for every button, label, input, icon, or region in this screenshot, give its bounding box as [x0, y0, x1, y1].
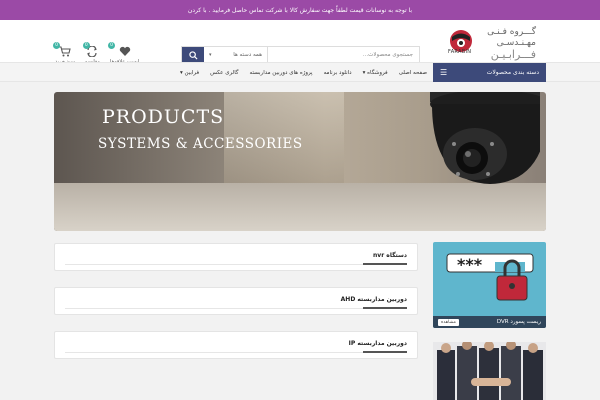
categories-label: دسته بندی محصولات: [486, 69, 539, 76]
menu-item-home[interactable]: صفحه اصلی: [399, 70, 427, 76]
product-section-ahd: دوربین مداربسته AHD: [54, 287, 418, 315]
chevron-down-icon: ▾: [209, 52, 212, 58]
menu-item-shop-label: فروشگاه: [367, 69, 388, 76]
search-input[interactable]: جستجوی محصولات...: [268, 47, 419, 63]
section-title[interactable]: دستگاه nvr: [373, 252, 407, 259]
logo-line2: فـــرابـیـن: [490, 48, 536, 61]
main-nav: دسته بندی محصولات ☰ صفحه اصلی فروشگاه ▾ …: [0, 62, 600, 82]
site-header: گـــروه فـنـی مهـنـدسـی فـــرابـیـن FARA…: [0, 20, 600, 65]
menu-icon: ☰: [440, 68, 448, 77]
chevron-down-icon: ▾: [362, 69, 366, 76]
logo-line1: گـــروه فـنـی مهـنـدسـی: [487, 27, 536, 48]
hero-banner[interactable]: PRODUCTS SYSTEMS & ACCESSORIES: [54, 92, 546, 231]
menu-item-farabin[interactable]: فرابین ▾: [180, 70, 199, 76]
cart-count: 0: [53, 42, 60, 49]
compare-count: 0: [82, 42, 90, 49]
dvr-card-title: ریست پسورد DVR: [496, 319, 541, 325]
password-lock-image: ***: [446, 253, 534, 301]
announcement-bar: با توجه به نوسانات قیمت لطفاً جهت سفارش …: [0, 0, 600, 20]
view-more-button[interactable]: مشاهده: [438, 318, 459, 326]
menu-item-download[interactable]: دانلود برنامه: [324, 70, 352, 76]
business-banner[interactable]: [433, 342, 546, 400]
handshake-image: [433, 342, 546, 400]
announcement-text: با توجه به نوسانات قیمت لطفاً جهت سفارش …: [187, 6, 413, 14]
banner-title: PRODUCTS: [102, 106, 225, 128]
product-section-ip: دوربین مداربسته IP: [54, 331, 418, 359]
banner-subtitle: SYSTEMS & ACCESSORIES: [98, 136, 303, 152]
chevron-down-icon: ▾: [180, 69, 183, 76]
search-button[interactable]: [182, 47, 204, 63]
menu-item-gallery[interactable]: گالری عکس: [210, 70, 238, 76]
category-select[interactable]: همه دسته ها ▾: [204, 47, 268, 63]
menu-item-projects[interactable]: پروژه های دوربین مداربسته: [250, 70, 313, 76]
password-mask: ***: [457, 255, 483, 274]
dvr-reset-card[interactable]: *** ریست پسورد DVR مشاهده: [433, 242, 546, 328]
menu-item-farabin-label: فرابین: [184, 69, 200, 76]
dome-camera-image: [430, 92, 540, 184]
categories-button[interactable]: دسته بندی محصولات ☰: [433, 63, 546, 82]
section-title[interactable]: دوربین مداربسته IP: [349, 340, 407, 347]
heart-icon: [119, 46, 130, 56]
site-logo[interactable]: گـــروه فـنـی مهـنـدسـی فـــرابـیـن FARA…: [448, 25, 536, 61]
logo-en: FARABIN: [448, 49, 472, 55]
product-section-nvr: دستگاه nvr: [54, 243, 418, 271]
cart-icon: [58, 46, 71, 57]
wishlist-count: 0: [108, 42, 116, 49]
section-title[interactable]: دوربین مداربسته AHD: [341, 296, 407, 303]
category-select-label: همه دسته ها: [233, 52, 262, 58]
menu-bar: صفحه اصلی فروشگاه ▾ دانلود برنامه پروژه …: [180, 63, 427, 82]
search-icon: [188, 50, 198, 60]
menu-item-shop[interactable]: فروشگاه ▾: [363, 70, 388, 76]
